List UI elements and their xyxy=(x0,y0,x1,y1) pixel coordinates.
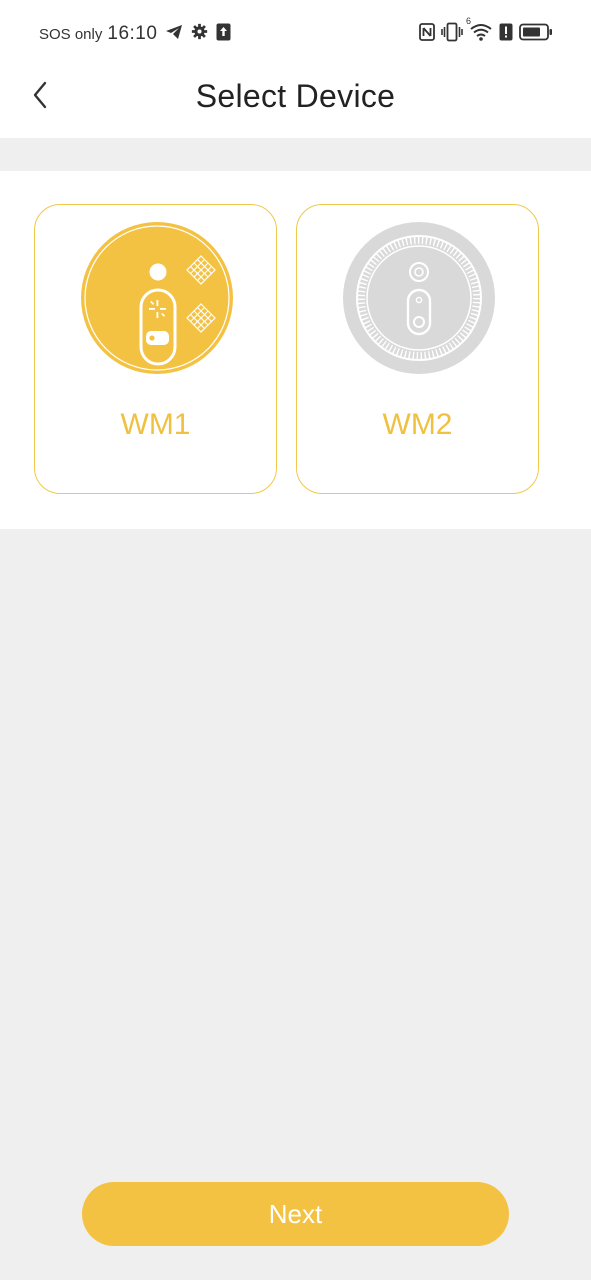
status-bar-left: SOS only 16:10 xyxy=(39,22,239,46)
wm1-device-icon xyxy=(79,220,235,376)
wm2-device-icon xyxy=(341,220,497,376)
status-bar: SOS only 16:10 6 xyxy=(0,0,591,66)
battery-icon xyxy=(519,23,553,46)
device-card-wm1[interactable]: WM1 xyxy=(34,204,277,494)
telegram-icon xyxy=(165,24,183,45)
wifi-standard-label: 6 xyxy=(466,15,472,26)
status-bar-right: 6 xyxy=(419,16,553,47)
device-label-wm1: WM1 xyxy=(120,408,191,441)
device-card-wm2[interactable]: WM2 xyxy=(296,204,539,494)
device-label-wm2: WM2 xyxy=(382,408,453,441)
alert-icon xyxy=(499,23,513,46)
wifi-icon: 6 xyxy=(466,16,493,47)
upload-icon xyxy=(216,23,231,46)
device-list: WM1 WM2 xyxy=(0,171,591,529)
gear-icon xyxy=(191,23,208,45)
page-title: Select Device xyxy=(195,78,396,114)
clock: 16:10 xyxy=(107,23,158,44)
top-app-bar: Select Device xyxy=(0,66,591,138)
carrier-text: SOS only xyxy=(39,25,103,43)
next-button[interactable]: Next xyxy=(82,1182,509,1246)
vibrate-icon xyxy=(441,22,463,47)
nfc-icon xyxy=(419,22,435,46)
